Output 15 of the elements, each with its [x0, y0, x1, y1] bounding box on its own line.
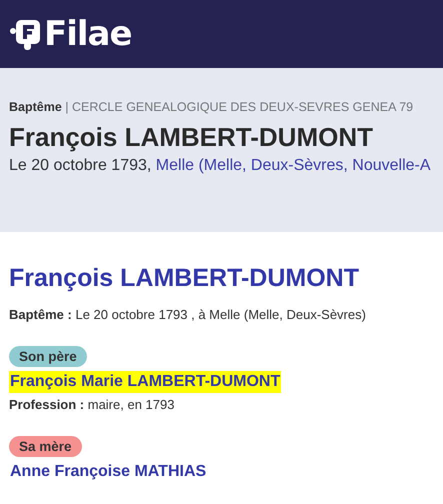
record-date: Le 20 octobre 1793,: [9, 157, 152, 174]
person-name: François LAMBERT-DUMONT: [9, 264, 360, 293]
record-title: François LAMBERT-DUMONT: [9, 122, 374, 153]
relative-name-link[interactable]: François Marie LAMBERT-DUMONT: [9, 371, 282, 393]
separator: |: [65, 100, 69, 114]
relation-badge: Son père: [9, 346, 87, 367]
record-source: CERCLE GENEALOGIQUE DES DEUX-SEVRES GENEA 79: [72, 100, 414, 114]
event-detail: Baptême : Le 20 octobre 1793 , à Melle (Melle, Deux-Sèvres): [9, 307, 367, 322]
profession-detail: Profession : maire, en 1793: [9, 397, 176, 412]
relation-badge: Sa mère: [9, 436, 82, 457]
relative-name-link[interactable]: Anne Françoise MATHIAS: [9, 461, 208, 483]
logo-icon[interactable]: [10, 18, 40, 50]
place-link[interactable]: Melle (Melle, Deux-Sèvres, Nouvelle-A: [156, 157, 431, 174]
logo-text[interactable]: Filae: [44, 17, 132, 51]
record-type: Baptême: [9, 100, 62, 114]
